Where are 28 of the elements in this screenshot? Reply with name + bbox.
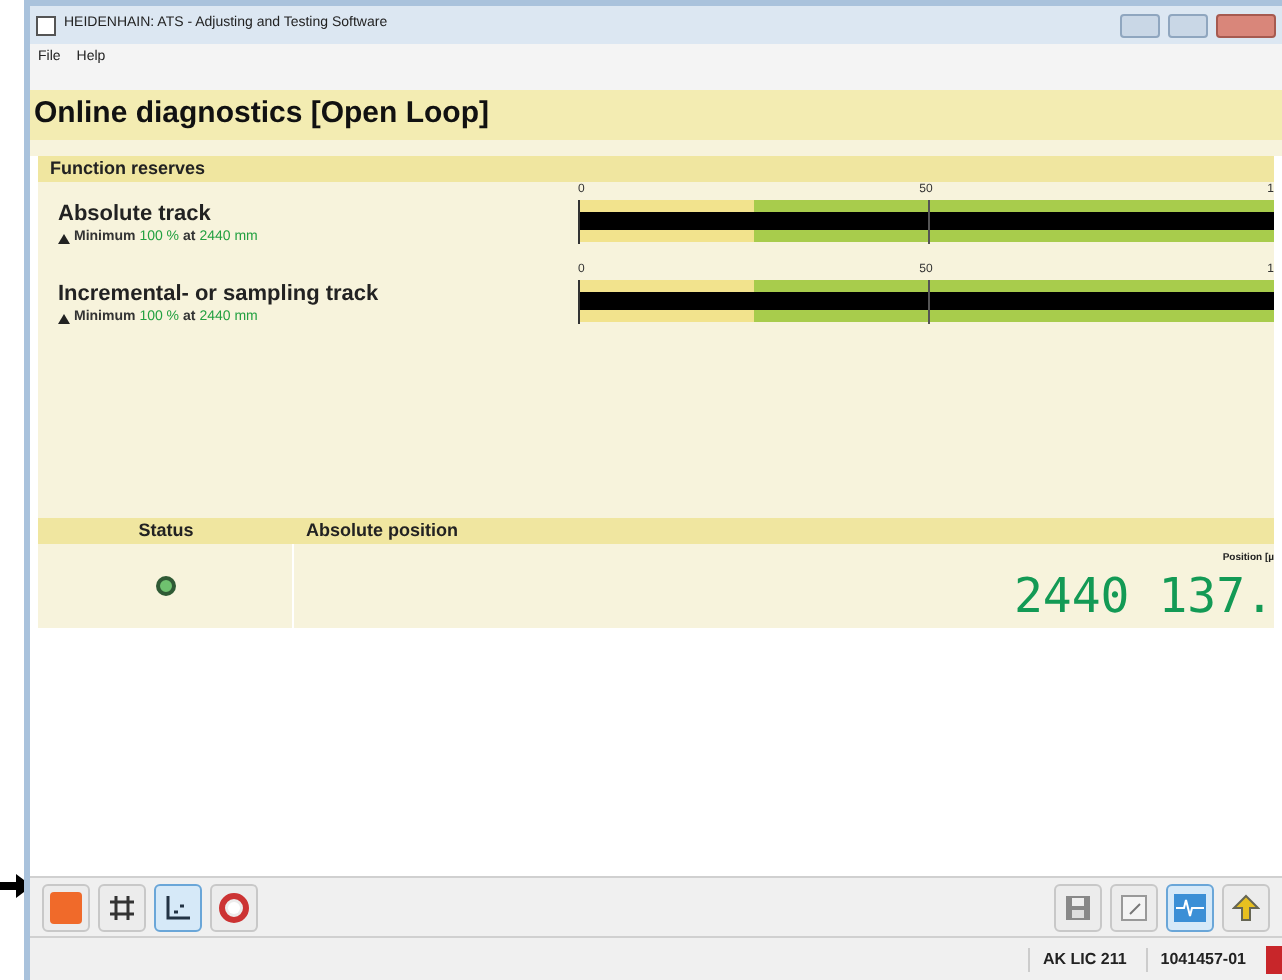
minimize-button[interactable]: [1120, 13, 1160, 37]
triangle-icon: [58, 233, 70, 243]
toolbar-button[interactable]: [210, 883, 258, 931]
magnet-icon: [218, 891, 250, 923]
column-header: Status: [136, 518, 196, 544]
track-name: Absolute track: [58, 202, 213, 228]
toolbar-button[interactable]: [154, 883, 202, 931]
stop-icon: [50, 891, 82, 923]
status-bar-field: 1041457-01: [1146, 947, 1258, 971]
position-reading: 2440 137.: [1013, 567, 1274, 623]
error-icon: [1266, 945, 1282, 973]
save-icon: [1064, 893, 1092, 921]
toolbar-button[interactable]: [98, 883, 146, 931]
grid-icon: [108, 893, 136, 921]
page-heading: Online diagnostics [Open Loop]: [30, 90, 1282, 140]
column-header: Absolute position: [304, 518, 458, 544]
track-name: Incremental- or sampling track: [58, 282, 381, 308]
signal-icon: [1174, 893, 1206, 921]
axes-icon: [164, 893, 192, 921]
section-header: Function reserves: [38, 156, 1274, 182]
up-arrow-icon: [1232, 893, 1260, 921]
edit-icon: [1120, 893, 1148, 921]
triangle-icon: [58, 313, 70, 323]
app-icon: [36, 15, 56, 35]
close-button[interactable]: [1216, 13, 1276, 37]
toolbar-button[interactable]: [1222, 883, 1270, 931]
maximize-button[interactable]: [1168, 13, 1208, 37]
status-bar-field: AK LIC 211: [1028, 947, 1139, 971]
